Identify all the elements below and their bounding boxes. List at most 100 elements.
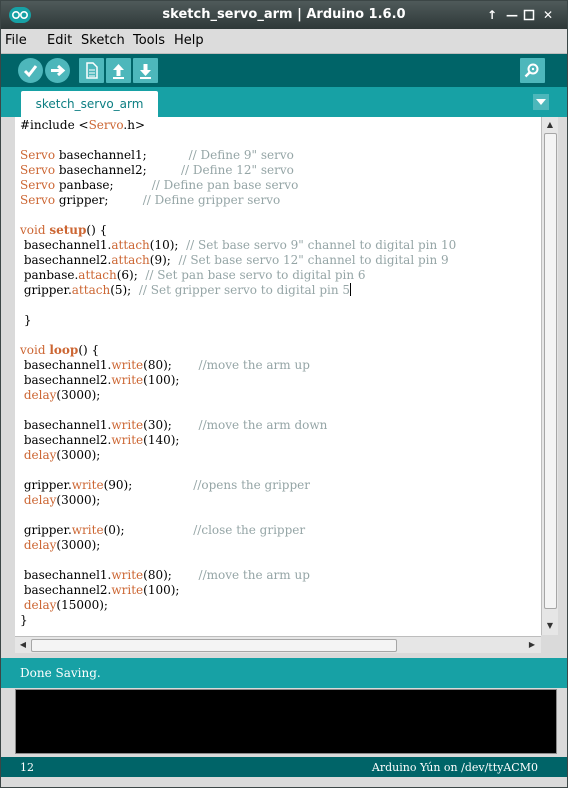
- horizontal-scrollbar[interactable]: ◀ ▶: [15, 636, 541, 653]
- code-line[interactable]: [20, 208, 456, 223]
- code-line[interactable]: basechannel1.write(80); //move the arm u…: [20, 568, 456, 583]
- pin-icon[interactable]: ↑: [485, 8, 499, 22]
- code-line[interactable]: basechannel1.write(80); //move the arm u…: [20, 358, 456, 373]
- code-keyword: attach: [71, 283, 111, 297]
- title-bar[interactable]: sketch_servo_arm | Arduino 1.6.0 ↑ — ✕: [1, 1, 567, 29]
- code-line[interactable]: basechannel1.write(30); //move the arm d…: [20, 418, 456, 433]
- tab-bar: sketch_servo_arm: [1, 87, 567, 117]
- code-line[interactable]: basechannel2.write(100);: [20, 373, 456, 388]
- code-keyword: Servo: [20, 163, 56, 177]
- code-token: basechannel1;: [55, 148, 189, 162]
- code-line[interactable]: basechannel2.attach(9); // Set base serv…: [20, 253, 456, 268]
- code-line[interactable]: [20, 463, 456, 478]
- arrow-right-icon: [51, 64, 66, 77]
- code-editor[interactable]: #include <Servo.h> Servo basechannel1; /…: [15, 117, 541, 636]
- menu-sketch[interactable]: Sketch: [81, 33, 125, 48]
- code-line[interactable]: panbase.attach(6); // Set pan base servo…: [20, 268, 456, 283]
- horizontal-scroll-thumb[interactable]: [31, 639, 397, 652]
- code-line[interactable]: delay(3000);: [20, 493, 456, 508]
- code-keyword: attach: [111, 238, 150, 252]
- upload-button[interactable]: [45, 58, 70, 83]
- code-line[interactable]: gripper.write(90); //opens the gripper: [20, 478, 456, 493]
- close-button[interactable]: ✕: [541, 8, 555, 22]
- code-line[interactable]: gripper.attach(5); // Set gripper servo …: [20, 283, 456, 298]
- code-token: (100);: [143, 583, 180, 597]
- code-comment: // Define pan base servo: [151, 178, 299, 192]
- code-keyword: Servo: [20, 193, 56, 207]
- menu-file[interactable]: File: [5, 33, 27, 48]
- code-keyword: Servo: [20, 178, 56, 192]
- line-number: 12: [20, 761, 34, 774]
- code-line[interactable]: [20, 553, 456, 568]
- menu-edit[interactable]: Edit: [47, 33, 72, 48]
- save-button[interactable]: [133, 58, 158, 83]
- code-line[interactable]: gripper.write(0); //close the gripper: [20, 523, 456, 538]
- code-keyword: setup: [49, 223, 87, 237]
- scroll-up-icon[interactable]: ▲: [543, 118, 557, 132]
- menu-tools[interactable]: Tools: [133, 33, 165, 48]
- code-text[interactable]: #include <Servo.h> Servo basechannel1; /…: [20, 118, 456, 628]
- vertical-scrollbar[interactable]: ▲ ▼: [541, 117, 558, 635]
- code-token: (6);: [116, 268, 146, 282]
- scroll-right-icon[interactable]: ▶: [525, 638, 539, 652]
- code-token: () {: [78, 343, 100, 357]
- code-token: basechannel1.: [20, 418, 112, 432]
- code-line[interactable]: delay(3000);: [20, 448, 456, 463]
- code-token: (3000);: [56, 448, 101, 462]
- code-line[interactable]: delay(15000);: [20, 598, 456, 613]
- code-line[interactable]: void loop() {: [20, 343, 456, 358]
- maximize-button[interactable]: [522, 8, 536, 22]
- code-line[interactable]: void setup() {: [20, 223, 456, 238]
- code-comment: //close the gripper: [193, 523, 306, 537]
- code-comment: // Set pan base servo to digital pin 6: [145, 268, 366, 282]
- code-comment: //opens the gripper: [193, 478, 310, 492]
- code-token: basechannel2.: [20, 253, 112, 267]
- code-token: () {: [86, 223, 108, 237]
- chevron-down-icon: [536, 99, 546, 105]
- scroll-corner: [541, 636, 557, 652]
- code-token: }: [20, 313, 32, 327]
- code-line[interactable]: delay(3000);: [20, 538, 456, 553]
- code-keyword: write: [111, 373, 144, 387]
- new-button[interactable]: [79, 58, 104, 83]
- console-output[interactable]: [15, 689, 557, 754]
- code-line[interactable]: Servo gripper; // Define gripper servo: [20, 193, 456, 208]
- code-line[interactable]: [20, 328, 456, 343]
- code-keyword: write: [111, 583, 144, 597]
- code-line[interactable]: }: [20, 313, 456, 328]
- code-token: (140);: [143, 433, 180, 447]
- code-line[interactable]: Servo panbase; // Define pan base servo: [20, 178, 456, 193]
- minimize-button[interactable]: —: [505, 8, 519, 22]
- code-token: basechannel2.: [20, 373, 112, 387]
- code-line[interactable]: [20, 298, 456, 313]
- vertical-scroll-thumb[interactable]: [544, 133, 557, 609]
- tab-sketch-servo-arm[interactable]: sketch_servo_arm: [21, 91, 158, 117]
- code-line[interactable]: Servo basechannel2; // Define 12" servo: [20, 163, 456, 178]
- code-line[interactable]: #include <Servo.h>: [20, 118, 456, 133]
- code-token: (100);: [143, 373, 180, 387]
- code-token: basechannel1.: [20, 238, 112, 252]
- code-line[interactable]: delay(3000);: [20, 388, 456, 403]
- code-keyword: delay: [23, 388, 57, 402]
- code-line[interactable]: basechannel1.attach(10); // Set base ser…: [20, 238, 457, 253]
- code-line[interactable]: basechannel2.write(140);: [20, 433, 456, 448]
- status-message: Done Saving.: [20, 666, 101, 680]
- code-line[interactable]: Servo basechannel1; // Define 9" servo: [20, 148, 456, 163]
- open-button[interactable]: [106, 58, 131, 83]
- code-line[interactable]: [20, 133, 456, 148]
- code-line[interactable]: [20, 403, 456, 418]
- tab-menu-button[interactable]: [533, 94, 549, 110]
- scroll-left-icon[interactable]: ◀: [16, 638, 30, 652]
- verify-button[interactable]: [18, 58, 43, 83]
- code-line[interactable]: [20, 508, 456, 523]
- code-line[interactable]: basechannel2.write(100);: [20, 583, 456, 598]
- code-token: .h>: [123, 118, 146, 132]
- menu-help[interactable]: Help: [174, 33, 204, 48]
- serial-monitor-button[interactable]: [520, 58, 545, 83]
- code-line[interactable]: }: [20, 613, 456, 628]
- code-token: (5);: [110, 283, 139, 297]
- status-bar: Done Saving.: [1, 658, 567, 688]
- code-keyword: attach: [78, 268, 117, 282]
- scroll-down-icon[interactable]: ▼: [543, 619, 557, 633]
- code-token: basechannel2;: [55, 163, 181, 177]
